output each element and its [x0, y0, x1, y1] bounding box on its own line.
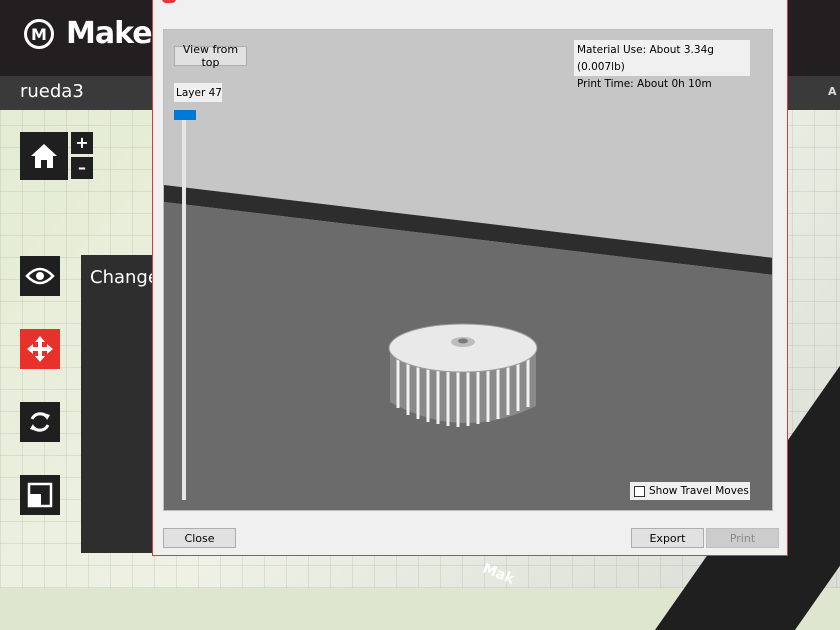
app-logo-text: Maker: [66, 16, 166, 51]
show-travel-moves-checkbox[interactable]: [634, 485, 645, 497]
print-button[interactable]: Print: [706, 528, 779, 548]
filebar-right-label[interactable]: A: [828, 85, 837, 98]
view-from-top-button[interactable]: View from top: [174, 43, 247, 69]
material-use-text: Material Use: About 3.34g (0.007lb): [577, 44, 714, 73]
view-button[interactable]: [20, 256, 60, 296]
side-panel-title: Change: [90, 267, 159, 288]
preview-scene: [164, 30, 772, 510]
scale-icon: [27, 482, 53, 508]
model-gear: [388, 323, 538, 427]
scale-button[interactable]: [20, 475, 60, 515]
layer-slider-track[interactable]: [182, 110, 186, 500]
home-view-button[interactable]: [20, 132, 68, 180]
layer-slider-thumb[interactable]: [174, 110, 196, 120]
rotate-icon: [30, 412, 50, 432]
move-button[interactable]: [20, 329, 60, 369]
layer-label: Layer 47: [174, 83, 222, 102]
show-travel-moves-label: Show Travel Moves: [649, 485, 749, 497]
show-travel-moves-toggle[interactable]: Show Travel Moves: [630, 482, 750, 500]
home-icon: [31, 144, 57, 168]
move-icon: [27, 336, 53, 362]
makerbot-logo-icon: M: [24, 19, 54, 49]
file-name: rueda3: [20, 81, 84, 102]
zoom-in-button[interactable]: +: [71, 132, 93, 154]
preview-viewport[interactable]: View from top Material Use: About 3.34g …: [163, 29, 773, 511]
print-preview-dialog: View from top Material Use: About 3.34g …: [152, 0, 788, 556]
close-button[interactable]: Close: [163, 528, 236, 548]
print-time-text: Print Time: About 0h 10m: [577, 78, 712, 90]
rotate-button[interactable]: [20, 402, 60, 442]
zoom-out-button[interactable]: –: [71, 157, 93, 179]
export-button[interactable]: Export: [631, 528, 704, 548]
eye-icon: [25, 267, 55, 285]
dialog-close-icon[interactable]: [162, 0, 176, 3]
change-panel: Change: [81, 255, 161, 553]
print-info-box: Material Use: About 3.34g (0.007lb) Prin…: [574, 40, 750, 90]
